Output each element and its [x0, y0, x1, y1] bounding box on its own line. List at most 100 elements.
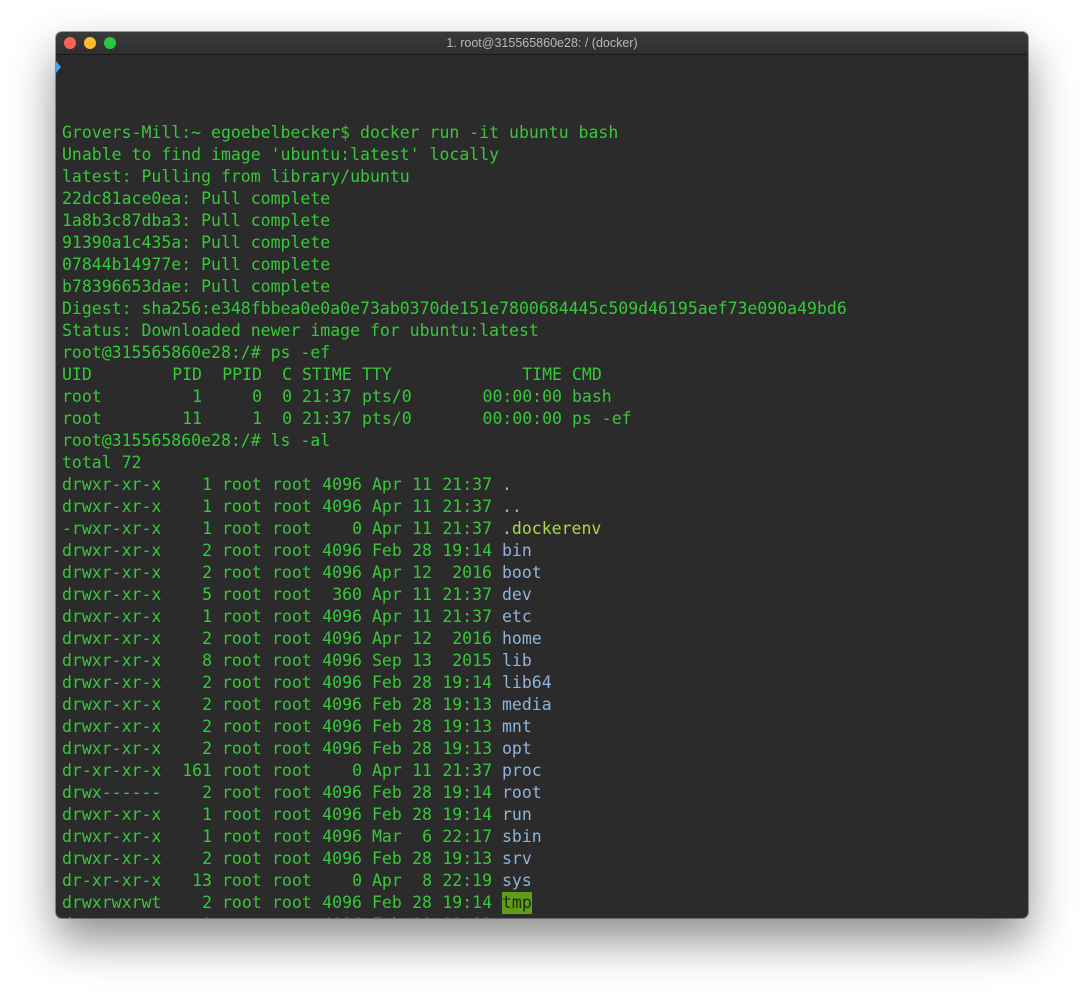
ls-group: root — [272, 475, 312, 494]
ls-name: boot — [502, 563, 542, 582]
terminal-line: Digest: sha256:e348fbbea0e0a0e73ab0370de… — [62, 299, 847, 318]
ls-name: dev — [502, 585, 532, 604]
ls-owner: root — [222, 761, 262, 780]
ls-row: drwxr-xr-x 5 root root 360 Apr 11 21:37 dev — [62, 584, 1022, 606]
ls-perms: drwxr-xr-x — [62, 497, 162, 516]
ls-group: root — [272, 497, 312, 516]
ls-row: drwxr-xr-x 2 root root 4096 Apr 12 2016 boot — [62, 562, 1022, 584]
ls-owner: root — [222, 805, 262, 824]
ps-cell: 21:37 — [302, 387, 352, 406]
ls-name: sbin — [502, 827, 542, 846]
ls-links: 2 — [202, 563, 212, 582]
terminal-line: Unable to find image 'ubuntu:latest' loc… — [62, 145, 500, 164]
ls-perms: drwxr-xr-x — [62, 914, 172, 918]
ps-header-cell: PID — [172, 365, 202, 384]
ps-row: root 1 0 0 21:37 pts/0 00:00:00 bash — [62, 386, 1022, 408]
ls-size: 4096 — [322, 849, 362, 868]
ls-owner: root — [222, 585, 262, 604]
ls-group: root — [272, 783, 312, 802]
terminal-window[interactable]: 1. root@315565860e28: / (docker) Grovers… — [56, 32, 1028, 918]
ls-month: Feb — [372, 739, 402, 758]
ls-links: 1 — [202, 497, 212, 516]
ls-row: drwx------ 2 root root 4096 Feb 28 19:14 root — [62, 782, 1022, 804]
ls-time: 21:37 — [442, 607, 492, 626]
ls-month: Apr — [372, 871, 402, 890]
ls-name: lib64 — [502, 673, 552, 692]
ps-cell: 1 — [252, 409, 262, 428]
ls-row: drwxr-xr-x 1 root root 4096 Apr 11 21:37.. — [62, 496, 1022, 518]
ls-perms: drwxr-xr-x — [62, 805, 162, 824]
ls-perms: drwxr-xr-x — [62, 629, 162, 648]
ls-group: root — [272, 761, 312, 780]
terminal-line: root@315565860e28:/# ps -ef — [62, 343, 331, 362]
ls-group: root — [272, 914, 312, 918]
ls-time: 19:13 — [442, 717, 492, 736]
ls-name: proc — [502, 761, 542, 780]
ls-size: 4096 — [322, 563, 362, 582]
ls-size: 0 — [352, 761, 362, 780]
ps-cell: 0 — [282, 409, 292, 428]
ls-time: 19:14 — [442, 541, 492, 560]
ls-links: 2 — [202, 541, 212, 560]
ls-owner: root — [222, 607, 262, 626]
ps-cell: 1 — [192, 387, 202, 406]
ls-name: home — [502, 629, 542, 648]
ls-owner: root — [222, 914, 272, 918]
ls-name: sys — [502, 871, 532, 890]
ls-links: 1 — [202, 805, 212, 824]
ps-header-cell: CMD — [572, 365, 602, 384]
ls-row: drwxr-xr-x 2 root root 4096 Feb 28 19:13 media — [62, 694, 1022, 716]
ls-time: 2015 — [452, 651, 492, 670]
ls-time: 21:37 — [442, 585, 492, 604]
ps-cell: 00:00:00 — [482, 409, 562, 428]
ls-size: 4096 — [322, 783, 362, 802]
ls-group: root — [272, 739, 312, 758]
ls-row: drwxr-xr-x 2 root root 4096 Apr 12 2016 home — [62, 628, 1022, 650]
ls-month: Sep — [372, 651, 402, 670]
ls-name: .dockerenv — [502, 519, 602, 538]
ps-header-cell: TIME — [522, 365, 562, 384]
ls-size: 0 — [352, 871, 362, 890]
ls-perms: drwxr-xr-x — [62, 651, 162, 670]
ls-month: Feb — [372, 695, 402, 714]
ls-row: drwxr-xr-x 2 root root 4096 Feb 28 19:14 lib64 — [62, 672, 1022, 694]
ps-cell: pts/0 — [362, 387, 412, 406]
ls-month: Feb — [372, 673, 402, 692]
ls-links: 8 — [202, 651, 212, 670]
ls-size: 4096 — [322, 497, 362, 516]
ls-size: 4096 — [322, 695, 362, 714]
ls-time: 21:37 — [442, 475, 492, 494]
terminal-output[interactable]: Grovers-Mill:~ egoebelbecker$ docker run… — [56, 56, 1022, 918]
ls-owner: root — [222, 783, 262, 802]
ls-size: 4096 — [322, 739, 362, 758]
ls-links: 2 — [202, 739, 212, 758]
ls-day: 11 — [412, 607, 432, 626]
ps-header-cell: STIME — [302, 365, 352, 384]
ls-day: 28 — [412, 805, 432, 824]
terminal-line: 91390a1c435a: Pull complete — [62, 233, 331, 252]
ls-name: lib — [502, 651, 532, 670]
ls-size: 4096 — [322, 717, 362, 736]
ls-name: srv — [502, 849, 532, 868]
ls-size: 360 — [332, 585, 362, 604]
ls-owner: root — [222, 563, 262, 582]
ls-day: 28 — [412, 849, 432, 868]
ls-day: 13 — [412, 651, 432, 670]
ls-size: 4096 — [322, 827, 362, 846]
ls-day: 28 — [412, 739, 432, 758]
ls-month: Apr — [372, 497, 402, 516]
ls-owner: root — [222, 475, 262, 494]
ls-row: drwxr-xr-x 1 root root 4096 Apr 11 21:37. — [62, 474, 1022, 496]
title-bar[interactable]: 1. root@315565860e28: / (docker) — [56, 32, 1028, 55]
terminal-line: 07844b14977e: Pull complete — [62, 255, 331, 274]
ps-cell: root — [62, 409, 102, 428]
ls-links: 1 — [202, 519, 212, 538]
terminal-line: Grovers-Mill:~ egoebelbecker$ docker run… — [62, 123, 619, 142]
ls-group: root — [272, 805, 312, 824]
ls-perms: drwxr-xr-x — [62, 585, 162, 604]
ls-name: . — [502, 475, 512, 494]
ls-row: drwxr-xr-x 1 root root 4096 Feb 28 19:14 run — [62, 804, 1022, 826]
ls-owner: root — [222, 651, 262, 670]
ls-day: 11 — [412, 497, 432, 516]
ls-time: 2016 — [452, 629, 492, 648]
